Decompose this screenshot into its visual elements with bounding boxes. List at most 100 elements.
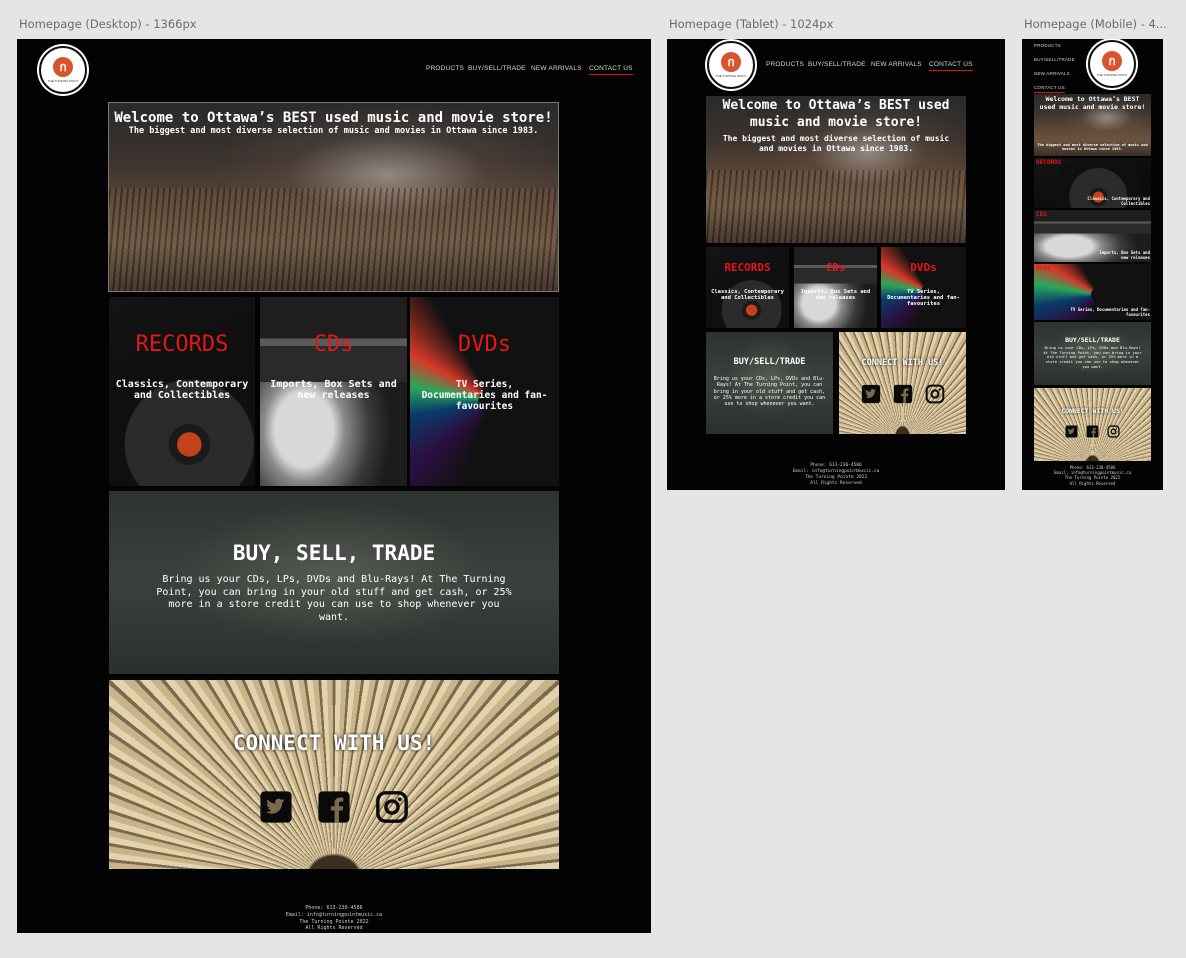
cds-title: CDs xyxy=(825,261,846,274)
connect-title: CONNECT WITH US! xyxy=(1061,407,1124,415)
records-title: RECORDS xyxy=(135,332,229,357)
tablet-frame-label[interactable]: Homepage (Tablet) - 1024px xyxy=(669,17,833,31)
tablet-frame: ก THE TURNING POINT PRODUCTS BUY/SELL/TR… xyxy=(667,39,1005,490)
records-card[interactable]: RECORDS Classics, Contemporary and Colle… xyxy=(706,247,789,328)
nav-new-arrivals[interactable]: NEW ARRIVALS xyxy=(1034,71,1070,76)
nav-new-arrivals[interactable]: NEW ARRIVALS xyxy=(871,61,922,68)
twitter-icon[interactable] xyxy=(1065,425,1078,438)
hero-title: Welcome to Ottawa’s BEST used music and … xyxy=(1039,95,1146,112)
hero-banner: Welcome to Ottawa’s BEST used music and … xyxy=(108,102,559,292)
hero-subtitle: The biggest and most diverse selection o… xyxy=(1037,143,1148,151)
facebook-icon[interactable] xyxy=(893,384,913,404)
dvds-title: DVDs xyxy=(910,261,937,274)
footer: Phone: 613-230-4586 Email: info@turningp… xyxy=(667,463,1005,486)
nav-products[interactable]: PRODUCTS xyxy=(1034,43,1061,48)
trade-title: BUY/SELL/TRADE xyxy=(1065,336,1120,344)
trade-body: Bring us your CDs, LPs, DVDs and Blu-Ray… xyxy=(1043,345,1142,369)
hero-records-texture xyxy=(706,169,966,243)
trade-body: Bring us your CDs, LPs, DVDs and Blu-Ray… xyxy=(156,574,512,623)
dvds-title: DVDs xyxy=(458,332,511,357)
instagram-icon[interactable] xyxy=(375,790,409,824)
cds-card[interactable]: CDs Imports, Box Sets and new releases xyxy=(1034,210,1151,262)
social-links xyxy=(1034,425,1151,438)
desktop-frame: ก THE TURNING POINT PRODUCTS BUY/SELL/TR… xyxy=(17,39,651,933)
footer: Phone: 613-230-4586 Email: info@turningp… xyxy=(17,905,651,932)
footer-rights: All Rights Reserved xyxy=(1069,480,1116,486)
connect-banner: CONNECT WITH US! xyxy=(1034,388,1151,461)
dvds-card[interactable]: DVDs TV Series, Documentaries and fan-fa… xyxy=(410,297,559,486)
connect-banner: CONNECT WITH US! xyxy=(109,680,559,869)
connect-title: CONNECT WITH US! xyxy=(861,358,944,368)
social-links xyxy=(839,384,966,404)
logo-mark: ก xyxy=(53,57,73,77)
logo-text: THE TURNING POINT xyxy=(1096,73,1128,77)
trade-title: BUY/SELL/TRADE xyxy=(733,357,806,367)
records-desc: Classics, Contemporary and Collectibles xyxy=(1087,196,1150,206)
cds-card[interactable]: CDs Imports, Box Sets and new releases xyxy=(260,297,407,486)
mobile-frame: PRODUCTS BUY/SELL/TRADE NEW ARRIVALS CON… xyxy=(1022,39,1163,490)
hero-banner: Welcome to Ottawa’s BEST used music and … xyxy=(1034,94,1151,156)
trade-title: BUY, SELL, TRADE xyxy=(232,541,436,565)
footer-phone: Phone: 613-230-4586 xyxy=(305,905,363,911)
cds-desc: Imports, Box Sets and new releases xyxy=(270,379,397,401)
dvds-desc: TV Series, Documentaries and fan-favouri… xyxy=(887,289,960,307)
logo[interactable]: ก THE TURNING POINT xyxy=(39,46,87,94)
hero-title: Welcome to Ottawa’s BEST used music and … xyxy=(114,110,553,126)
social-links xyxy=(109,790,559,824)
footer-rights: All Rights Reserved xyxy=(305,925,363,932)
buy-sell-trade-banner[interactable]: BUY, SELL, TRADE Bring us your CDs, LPs,… xyxy=(109,491,559,674)
dvds-card[interactable]: DVDs TV Series, Documentaries and fan-fa… xyxy=(881,247,966,328)
footer-copyright: The Turning Pointe 2022 xyxy=(299,918,369,925)
nav-new-arrivals[interactable]: NEW ARRIVALS xyxy=(531,65,582,72)
twitter-icon[interactable] xyxy=(861,384,881,404)
records-title: RECORDS xyxy=(724,261,771,274)
nav-buy-sell-trade[interactable]: BUY/SELL/TRADE xyxy=(468,65,526,72)
connect-banner: CONNECT WITH US! xyxy=(839,332,966,434)
logo-text: THE TURNING POINT xyxy=(47,79,79,83)
dvds-desc: TV Series, Documentaries and fan-favouri… xyxy=(1070,307,1150,317)
cds-card[interactable]: CDs Imports, Box Sets and new releases xyxy=(794,247,877,328)
logo-mark: ก xyxy=(1102,51,1122,71)
desktop-frame-label[interactable]: Homepage (Desktop) - 1366px xyxy=(19,17,197,31)
dvds-desc: TV Series, Documentaries and fan-favouri… xyxy=(421,379,548,412)
footer-rights: All Rights Reserved xyxy=(810,480,862,486)
nav-contact-us[interactable]: CONTACT US xyxy=(929,61,973,71)
buy-sell-trade-banner[interactable]: BUY/SELL/TRADE Bring us your CDs, LPs, D… xyxy=(706,332,833,434)
twitter-icon[interactable] xyxy=(259,790,293,824)
nav-buy-sell-trade[interactable]: BUY/SELL/TRADE xyxy=(808,61,866,68)
buy-sell-trade-banner[interactable]: BUY/SELL/TRADE Bring us your CDs, LPs, D… xyxy=(1034,322,1151,385)
footer-email[interactable]: Email: info@turningpointmusic.ca xyxy=(17,912,651,919)
hero-subtitle: The biggest and most diverse selection o… xyxy=(128,126,539,136)
nav-buy-sell-trade[interactable]: BUY/SELL/TRADE xyxy=(1034,57,1075,62)
facebook-icon[interactable] xyxy=(1086,425,1099,438)
footer: Phone: 613-230-4586 Email: info@turningp… xyxy=(1022,465,1163,486)
logo-mark: ก xyxy=(721,52,741,72)
nav-contact-us[interactable]: CONTACT US xyxy=(1034,85,1065,93)
logo[interactable]: ก THE TURNING POINT xyxy=(707,41,755,89)
hero-banner: Welcome to Ottawa’s BEST used music and … xyxy=(706,96,966,243)
cds-title: CDs xyxy=(1036,211,1047,218)
hero-records-texture xyxy=(109,187,558,291)
records-card[interactable]: RECORDS Classics, Contemporary and Colle… xyxy=(109,297,255,486)
connect-title: CONNECT WITH US! xyxy=(232,731,436,755)
records-desc: Classics, Contemporary and Collectibles xyxy=(711,289,784,301)
nav-products[interactable]: PRODUCTS xyxy=(426,65,464,72)
trade-body: Bring us your CDs, LPs, DVDs and Blu-Ray… xyxy=(713,376,826,407)
hero-title: Welcome to Ottawa’s BEST used music and … xyxy=(722,98,950,130)
instagram-icon[interactable] xyxy=(925,384,945,404)
cds-desc: Imports, Box Sets and new releases xyxy=(1099,250,1150,260)
instagram-icon[interactable] xyxy=(1107,425,1120,438)
nav-contact-us[interactable]: CONTACT US xyxy=(589,65,633,75)
dvds-card[interactable]: DVDs TV Series, Documentaries and fan-fa… xyxy=(1034,264,1151,320)
facebook-icon[interactable] xyxy=(317,790,351,824)
mobile-frame-label[interactable]: Homepage (Mobile) - 4... xyxy=(1024,17,1167,31)
hero-subtitle: The biggest and most diverse selection o… xyxy=(722,134,950,153)
logo[interactable]: ก THE TURNING POINT xyxy=(1088,40,1136,88)
cds-desc: Imports, Box Sets and new releases xyxy=(800,289,871,301)
records-card[interactable]: RECORDS Classics, Contemporary and Colle… xyxy=(1034,158,1151,208)
nav-products[interactable]: PRODUCTS xyxy=(766,61,804,68)
logo-text: THE TURNING POINT xyxy=(715,74,747,78)
records-title: RECORDS xyxy=(1036,159,1062,166)
records-desc: Classics, Contemporary and Collectibles xyxy=(115,379,249,401)
cds-title: CDs xyxy=(313,332,354,357)
